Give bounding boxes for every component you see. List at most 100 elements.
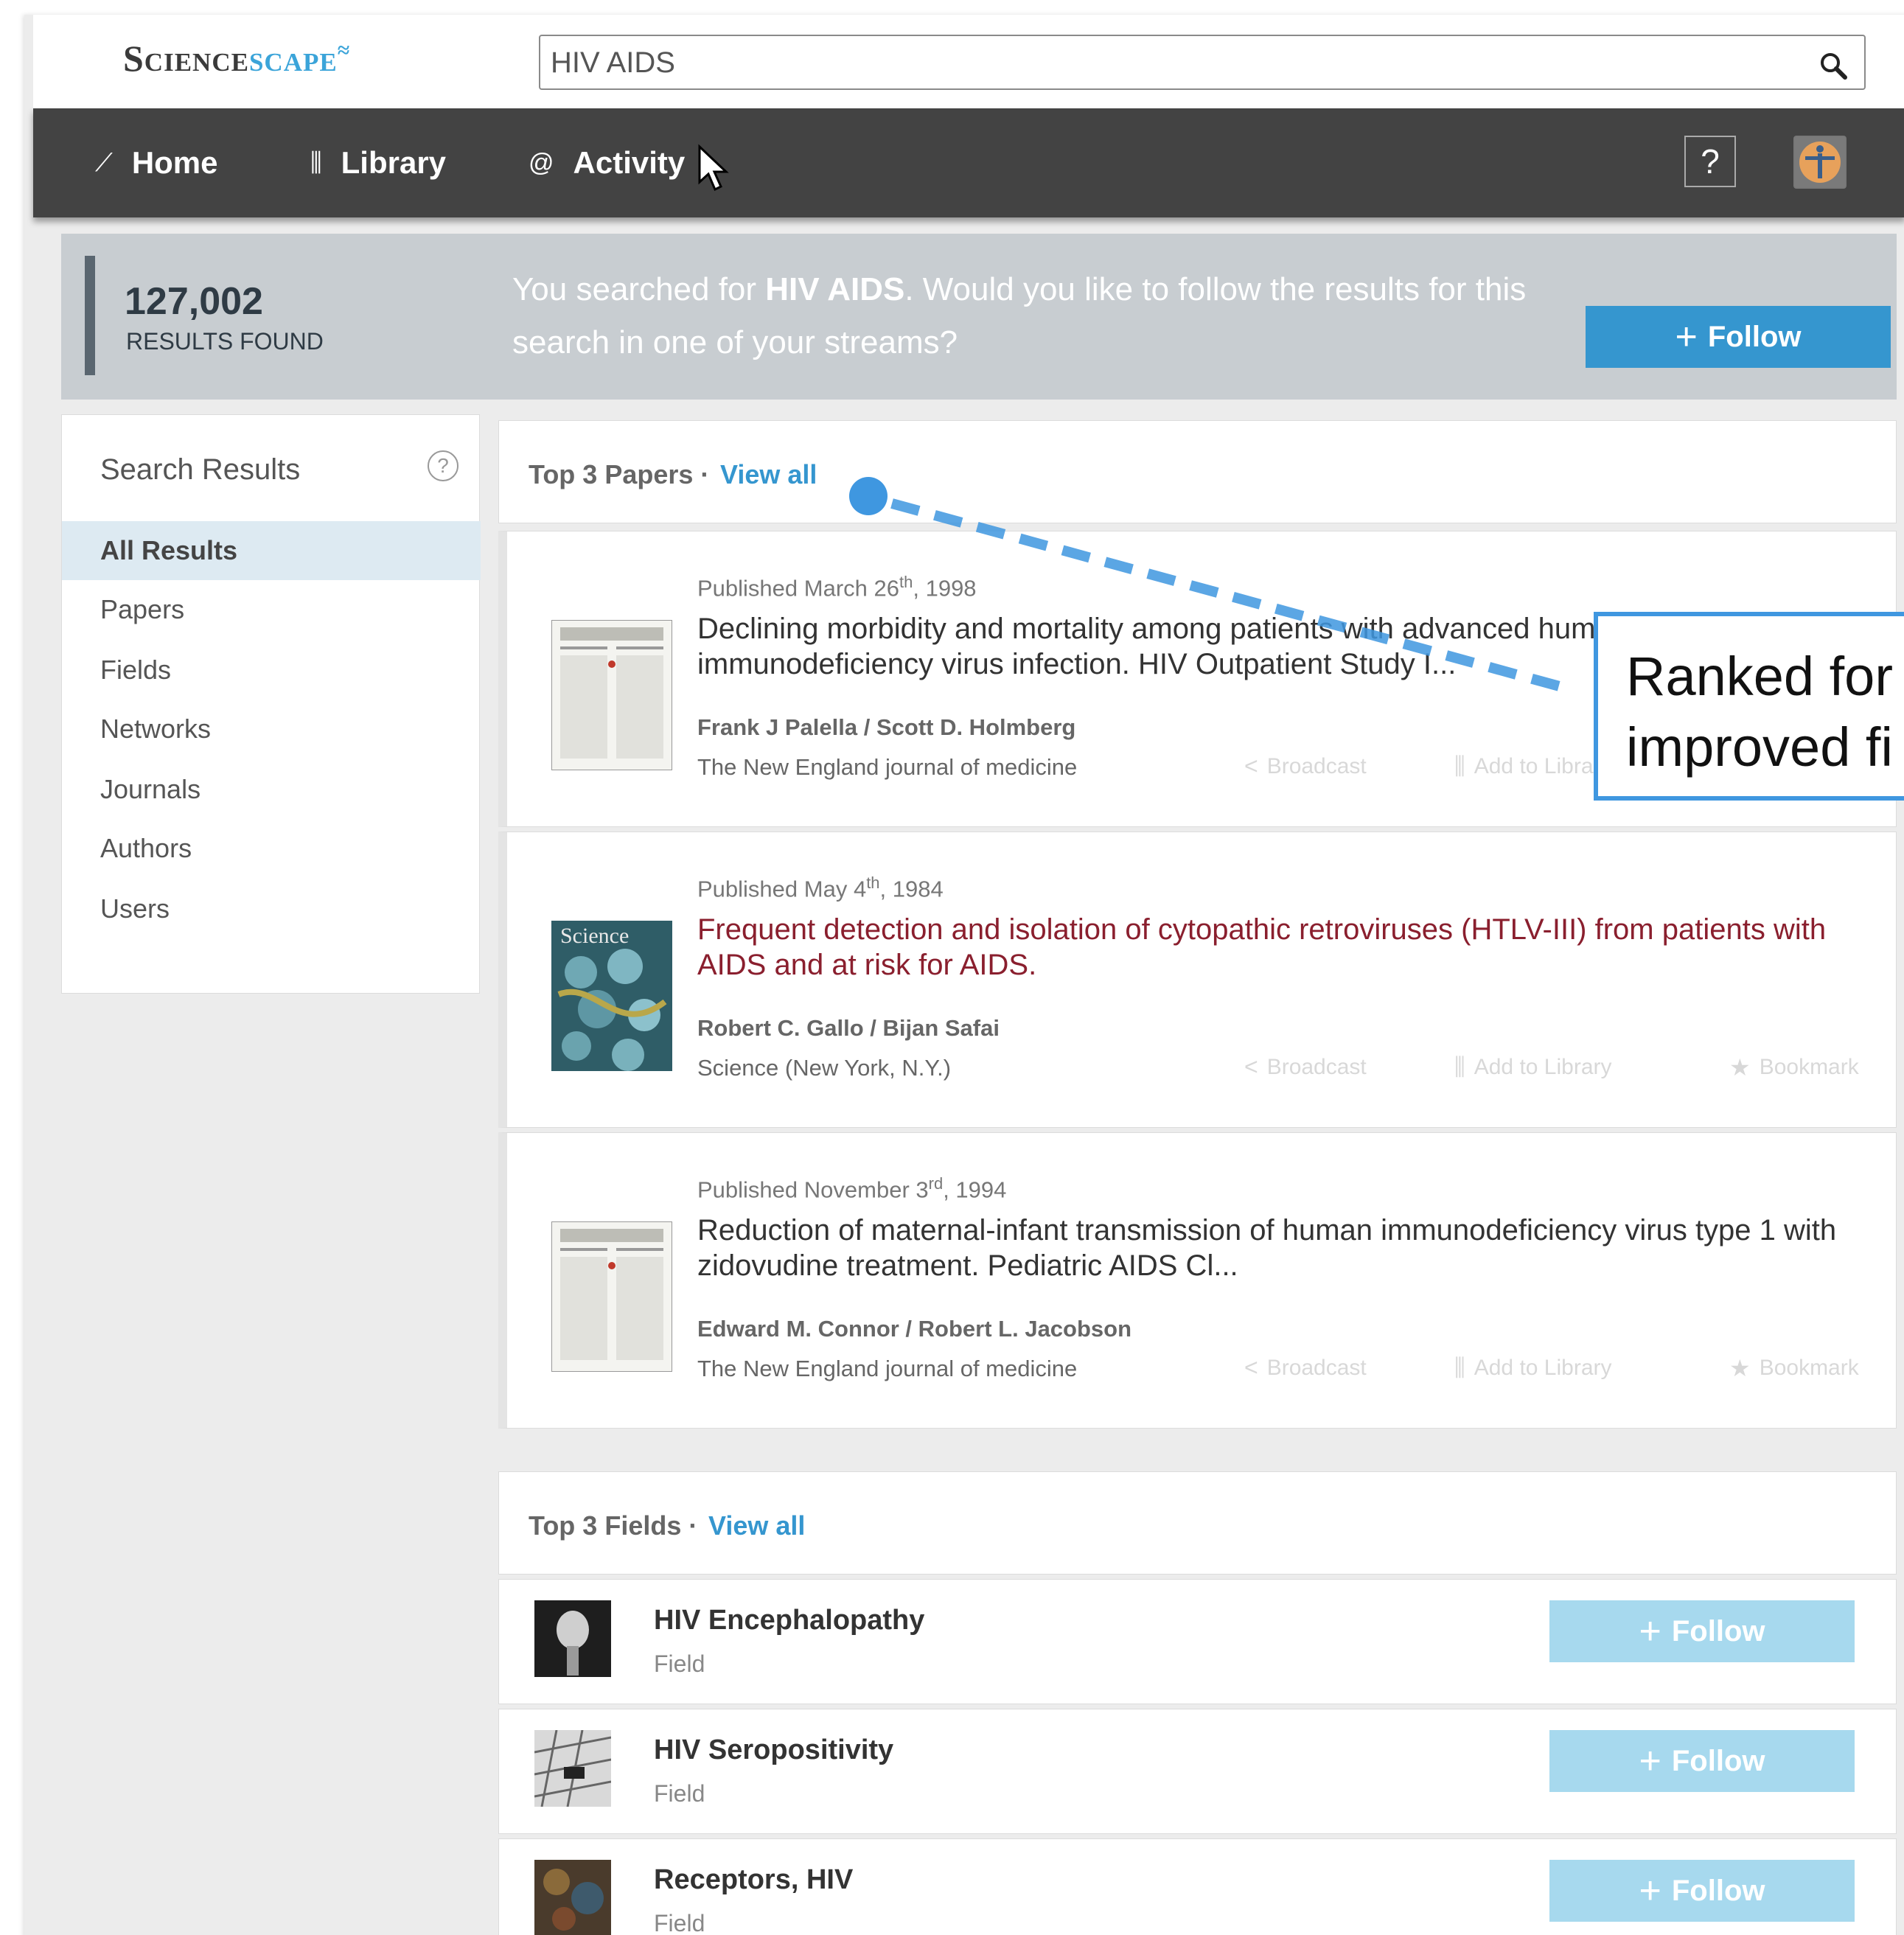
field-row[interactable]: HIV Encephalopathy Field + Follow xyxy=(498,1579,1897,1704)
follow-field-label: Follow xyxy=(1671,1614,1765,1648)
share-icon: < xyxy=(1244,753,1258,779)
nav-activity-label: Activity xyxy=(573,145,686,180)
add-to-library-button[interactable]: ⫼ Add to Library xyxy=(1454,1354,1612,1382)
sidebar-item-papers[interactable]: Papers xyxy=(62,580,481,639)
publish-date: Published May 4th, 1984 xyxy=(697,874,944,902)
top-papers-header: Top 3 Papers · View all xyxy=(498,420,1897,523)
paper-card[interactable]: Science Published May 4th, 1984 Frequent… xyxy=(498,831,1897,1128)
annotation-text: Ranked for improved fi xyxy=(1626,646,1893,778)
papers-view-all-link[interactable]: View all xyxy=(720,459,817,490)
field-name[interactable]: Receptors, HIV xyxy=(654,1864,853,1896)
publish-date: Published March 26th, 1998 xyxy=(697,573,977,602)
plus-icon: + xyxy=(1639,1869,1661,1912)
plus-icon: + xyxy=(1639,1740,1661,1782)
follow-field-label: Follow xyxy=(1671,1874,1765,1907)
field-image-thumbnail xyxy=(534,1730,611,1807)
fields-view-all-link[interactable]: View all xyxy=(708,1510,805,1541)
sidebar-item-journals[interactable]: Journals xyxy=(62,760,481,819)
add-to-library-button[interactable]: ⫼ Add to Library xyxy=(1454,753,1612,781)
paper-authors[interactable]: Edward M. Connor / Robert L. Jacobson xyxy=(697,1316,1131,1342)
field-type: Field xyxy=(654,1650,705,1677)
user-avatar-icon xyxy=(1799,142,1841,183)
add-to-library-label: Add to Library xyxy=(1474,1356,1612,1380)
top-fields-title: Top 3 Fields · xyxy=(529,1510,698,1541)
paper-authors[interactable]: Frank J Palella / Scott D. Holmberg xyxy=(697,714,1075,741)
cover-title: Science xyxy=(560,924,629,948)
broadcast-label: Broadcast xyxy=(1266,1054,1367,1079)
search-box xyxy=(539,35,1866,90)
field-name[interactable]: HIV Seropositivity xyxy=(654,1734,893,1766)
paper-journal[interactable]: The New England journal of medicine xyxy=(697,1356,1077,1382)
journal-cover-thumbnail xyxy=(551,1221,672,1372)
date-year: , 1998 xyxy=(913,575,977,602)
bookmark-button[interactable]: ★ Bookmark xyxy=(1729,1354,1859,1382)
sidebar-item-users[interactable]: Users xyxy=(62,879,481,938)
sidebar-item-all-results[interactable]: All Results xyxy=(62,521,481,580)
results-count-label: RESULTS FOUND xyxy=(126,328,324,355)
library-icon: ⫼ xyxy=(1454,1354,1465,1381)
home-icon: ⟋ xyxy=(95,148,113,177)
follow-field-button[interactable]: + Follow xyxy=(1549,1860,1855,1922)
add-to-library-label: Add to Library xyxy=(1474,754,1612,778)
top-header: Sciencescape≈ xyxy=(33,15,1904,108)
field-row[interactable]: Receptors, HIV Field + Follow xyxy=(498,1838,1897,1935)
field-type: Field xyxy=(654,1910,705,1935)
date-suffix: th xyxy=(866,874,880,892)
mouse-cursor-icon xyxy=(698,144,729,192)
app-window: Sciencescape≈ ⟋ Home ⫼ Library @ Activit… xyxy=(24,15,1904,1935)
at-icon: @ xyxy=(529,148,554,177)
top-papers-title: Top 3 Papers · xyxy=(529,459,710,489)
star-icon: ★ xyxy=(1729,1054,1751,1081)
paper-authors[interactable]: Robert C. Gallo / Bijan Safai xyxy=(697,1015,1000,1042)
library-icon: ⫼ xyxy=(310,148,322,177)
date-suffix: th xyxy=(899,573,913,591)
results-banner: 127,002 RESULTS FOUND You searched for H… xyxy=(61,234,1897,400)
search-icon[interactable] xyxy=(1818,51,1848,80)
paper-title-link[interactable]: Reduction of maternal-infant transmissio… xyxy=(697,1213,1847,1283)
follow-field-button[interactable]: + Follow xyxy=(1549,1730,1855,1792)
plus-icon: + xyxy=(1675,315,1698,358)
nav-home[interactable]: ⟋ Home xyxy=(95,144,218,182)
field-type: Field xyxy=(654,1780,705,1807)
date-year: , 1984 xyxy=(879,876,944,902)
sidebar-item-fields[interactable]: Fields xyxy=(62,641,481,700)
share-icon: < xyxy=(1244,1354,1258,1381)
paper-journal[interactable]: The New England journal of medicine xyxy=(697,754,1077,781)
broadcast-button[interactable]: < Broadcast xyxy=(1244,1354,1367,1381)
banner-accent-bar xyxy=(85,256,95,375)
follow-field-button[interactable]: + Follow xyxy=(1549,1600,1855,1662)
bookmark-button[interactable]: ★ Bookmark xyxy=(1729,1053,1859,1081)
sidebar-title: Search Results xyxy=(100,453,301,486)
field-image-thumbnail xyxy=(534,1860,611,1935)
broadcast-button[interactable]: < Broadcast xyxy=(1244,1053,1367,1081)
paper-journal[interactable]: Science (New York, N.Y.) xyxy=(697,1055,951,1081)
follow-search-label: Follow xyxy=(1707,320,1802,353)
logo[interactable]: Sciencescape≈ xyxy=(123,37,350,80)
help-button[interactable]: ? xyxy=(1684,136,1736,187)
field-name[interactable]: HIV Encephalopathy xyxy=(654,1605,924,1636)
sidebar-item-authors[interactable]: Authors xyxy=(62,819,481,878)
search-follow-prompt: You searched for HIV AIDS. Would you lik… xyxy=(512,263,1544,369)
prompt-pre: You searched for xyxy=(512,271,766,307)
search-input[interactable] xyxy=(551,46,1804,79)
journal-cover-thumbnail xyxy=(551,620,672,770)
nav-library[interactable]: ⫼ Library xyxy=(310,144,446,182)
add-to-library-button[interactable]: ⫼ Add to Library xyxy=(1454,1053,1612,1081)
plus-icon: + xyxy=(1639,1610,1661,1653)
paper-title-link[interactable]: Frequent detection and isolation of cyto… xyxy=(697,912,1847,983)
paper-card[interactable]: Published November 3rd, 1994 Reduction o… xyxy=(498,1132,1897,1429)
avatar[interactable] xyxy=(1793,136,1847,189)
date-year: , 1994 xyxy=(943,1176,1007,1203)
prompt-query: HIV AIDS xyxy=(765,271,905,307)
sidebar-help-icon[interactable]: ? xyxy=(428,450,458,481)
logo-text-part1: Science xyxy=(123,38,249,79)
share-icon: < xyxy=(1244,1053,1258,1080)
publish-date: Published November 3rd, 1994 xyxy=(697,1174,1006,1203)
top-fields-header: Top 3 Fields · View all xyxy=(498,1471,1897,1575)
nav-activity[interactable]: @ Activity xyxy=(529,144,685,182)
broadcast-button[interactable]: < Broadcast xyxy=(1244,753,1367,780)
follow-search-button[interactable]: + Follow xyxy=(1586,306,1891,368)
star-icon: ★ xyxy=(1729,1355,1751,1381)
field-row[interactable]: HIV Seropositivity Field + Follow xyxy=(498,1709,1897,1834)
sidebar-item-networks[interactable]: Networks xyxy=(62,700,481,759)
